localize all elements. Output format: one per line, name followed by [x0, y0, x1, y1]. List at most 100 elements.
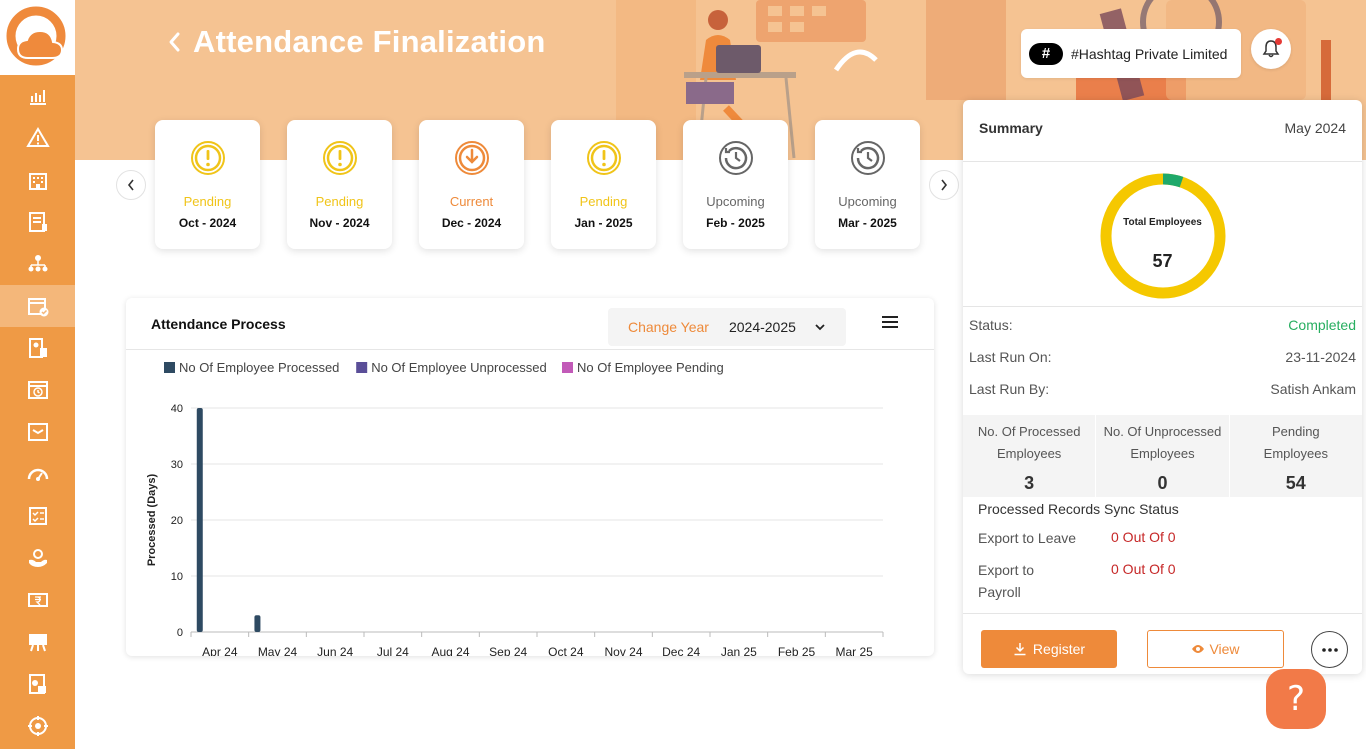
last-run-by-value: Satish Ankam [1270, 381, 1356, 397]
change-year-label: Change Year [628, 319, 709, 335]
sidebar-item-training[interactable] [0, 621, 75, 663]
x-tick-label: Apr 24 [202, 645, 238, 656]
year-filter: Change Year 2024-2025 [608, 308, 846, 346]
eye-icon [1192, 645, 1205, 653]
bar-may-24[interactable] [254, 615, 261, 632]
sidebar-item-rupee[interactable] [0, 579, 75, 621]
processed-count: No. Of Processed Employees 3 [963, 415, 1097, 497]
sidebar-item-calendar-clock[interactable] [0, 369, 75, 411]
summary-month: May 2024 [1284, 120, 1346, 136]
last-run-on-label: Last Run On: [969, 349, 1052, 365]
month-label: Nov - 2024 [309, 216, 370, 230]
summary-title: Summary [979, 120, 1043, 136]
donut-chart-area: Total Employees 57 [963, 162, 1362, 307]
upcoming-clock-icon [850, 141, 885, 175]
sidebar-item-payslip[interactable] [0, 327, 75, 369]
x-tick-label: Jan 25 [721, 645, 757, 656]
sidebar-item-checklist[interactable] [0, 495, 75, 537]
chart-title: Attendance Process [151, 316, 286, 332]
export-payroll-label: Export to Payroll [978, 559, 1034, 603]
month-label: Jan - 2025 [574, 216, 633, 230]
month-status: Current [449, 194, 494, 209]
year-select-value: 2024-2025 [728, 319, 796, 335]
donut-slice-pending[interactable] [1100, 173, 1226, 299]
attendance-icon [27, 298, 48, 317]
count-label-line1: Pending [1271, 424, 1320, 439]
view-button[interactable]: View [1147, 630, 1284, 668]
x-tick-label: Dec 24 [662, 645, 700, 656]
back-button[interactable] [165, 25, 183, 59]
sidebar-item-building[interactable] [0, 159, 75, 201]
pending-count: Pending Employees 54 [1230, 415, 1362, 497]
sidebar-item-attendance[interactable] [0, 285, 75, 327]
last-run-on-row: Last Run On: 23-11-2024 [963, 341, 1362, 373]
month-card[interactable]: Current Dec - 2024 [419, 120, 524, 249]
month-card[interactable]: Pending Jan - 2025 [551, 120, 656, 249]
sidebar-item-care[interactable] [0, 537, 75, 579]
count-value: 3 [1024, 473, 1035, 493]
sidebar-item-warning[interactable] [0, 117, 75, 159]
register-button[interactable]: Register [981, 630, 1117, 668]
month-card[interactable]: Upcoming Mar - 2025 [815, 120, 920, 249]
notification-button[interactable] [1251, 29, 1291, 69]
month-label: Oct - 2024 [178, 216, 237, 230]
y-tick-label: 40 [171, 403, 183, 415]
company-selector[interactable]: # #Hashtag Private Limited [1021, 29, 1241, 78]
count-label-line2: Employees [1130, 446, 1195, 461]
bar-apr-24[interactable] [196, 408, 203, 632]
app-logo[interactable] [0, 0, 75, 75]
attendance-process-card: Attendance Process Change Year 2024-2025… [126, 298, 934, 656]
x-tick-label: Oct 24 [548, 645, 584, 656]
legend-item[interactable]: No Of Employee Pending [562, 360, 724, 375]
chart-header: Attendance Process Change Year 2024-2025 [126, 298, 934, 350]
count-value: 0 [1157, 473, 1168, 493]
export-payroll-label-line1: Export to [978, 562, 1035, 578]
legend-swatch [356, 362, 368, 373]
carousel-prev-button[interactable] [116, 170, 146, 200]
legend-item[interactable]: No Of Employee Unprocessed [356, 360, 547, 375]
month-status: Upcoming [838, 194, 897, 209]
chart-menu-icon[interactable] [880, 314, 900, 330]
sidebar-item-gauge[interactable] [0, 453, 75, 495]
sidebar-item-report[interactable] [0, 663, 75, 705]
page-title: Attendance Finalization [193, 24, 546, 59]
checklist-icon [28, 507, 47, 525]
x-tick-label: Jul 24 [377, 645, 409, 656]
export-payroll-value: 0 Out Of 0 [1111, 561, 1176, 577]
x-tick-label: Jun 24 [317, 645, 353, 656]
sidebar-item-analytics[interactable] [0, 75, 75, 117]
analytics-icon [29, 90, 46, 105]
year-select[interactable]: 2024-2025 [729, 319, 826, 335]
month-card[interactable]: Pending Oct - 2024 [155, 120, 260, 249]
month-card[interactable]: Upcoming Feb - 2025 [683, 120, 788, 249]
count-label-line1: No. Of Unprocessed [1103, 424, 1222, 439]
count-value: 54 [1285, 473, 1306, 493]
register-label: Register [1032, 641, 1086, 657]
x-tick-label: Sep 24 [489, 645, 527, 656]
chevron-down-icon [815, 324, 825, 331]
view-label: View [1209, 641, 1240, 657]
y-tick-label: 30 [171, 459, 183, 471]
sidebar-item-settings[interactable] [0, 705, 75, 747]
legend-item[interactable]: No Of Employee Processed [164, 360, 339, 375]
employee-counts: No. Of Processed Employees 3 No. Of Unpr… [963, 415, 1362, 497]
sidebar-item-approval[interactable] [0, 411, 75, 453]
x-tick-label: Mar 25 [835, 645, 873, 656]
more-dots-icon [1321, 647, 1338, 652]
download-icon [1014, 643, 1026, 656]
y-tick-label: 0 [177, 627, 183, 639]
month-status: Pending [183, 194, 232, 209]
sidebar-item-tax[interactable] [0, 201, 75, 243]
donut-label: Total Employees [1123, 217, 1202, 228]
legend-label: No Of Employee Pending [577, 360, 724, 375]
sidebar-item-org-chart[interactable] [0, 243, 75, 285]
rupee-icon [27, 593, 48, 607]
care-icon [28, 549, 47, 567]
more-options-button[interactable] [1311, 631, 1348, 668]
payslip-icon [28, 338, 47, 358]
help-button[interactable]: ? [1266, 669, 1326, 729]
y-axis-label: Processed (Days) [146, 474, 158, 567]
carousel-next-button[interactable] [929, 170, 959, 200]
month-card[interactable]: Pending Nov - 2024 [287, 120, 392, 249]
summary-actions: Register View [963, 613, 1362, 674]
